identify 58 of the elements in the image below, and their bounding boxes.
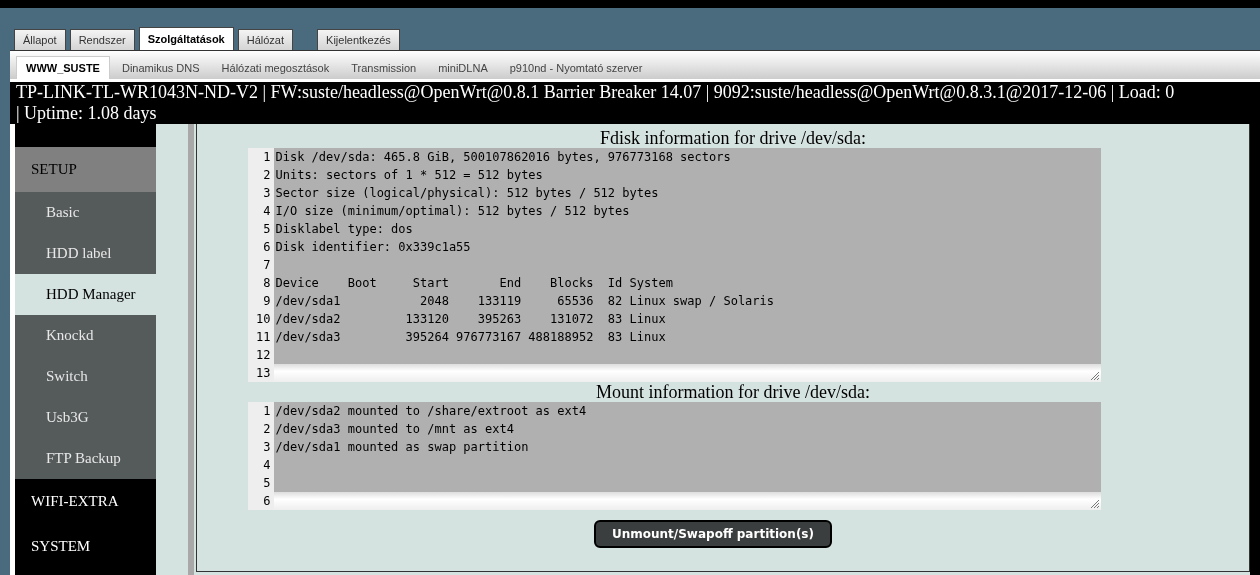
line-number: 2 xyxy=(247,166,274,184)
code-line: Device Boot Start End Blocks Id System xyxy=(274,275,674,292)
line-number: 5 xyxy=(247,474,274,492)
code-line: /dev/sda2 133120 395263 131072 83 Linux xyxy=(274,311,667,328)
line-number: 1 xyxy=(247,148,274,166)
line-number: 10 xyxy=(247,310,274,328)
section-title: Mount information for drive /dev/sda: xyxy=(596,382,870,402)
nav-tab[interactable]: Rendszer xyxy=(69,29,135,50)
code-line: /dev/sda3 mounted to /mnt as ext4 xyxy=(274,421,515,438)
line-number: 2 xyxy=(247,420,274,438)
line-number: 3 xyxy=(247,184,274,202)
unmount-button[interactable]: Unmount/Swapoff partition(s) xyxy=(594,520,832,548)
uptime-info: | Uptime: 1.08 days xyxy=(16,103,158,124)
sidebar-section[interactable]: SETUP xyxy=(15,147,156,192)
subnav-tab[interactable]: Transmission xyxy=(341,56,427,79)
code-line: Units: sectors of 1 * 512 = 512 bytes xyxy=(274,167,544,184)
code-line: Disk identifier: 0x339c1a55 xyxy=(274,239,472,256)
line-number: 7 xyxy=(247,256,274,274)
line-number: 9 xyxy=(247,292,274,310)
nav-tab[interactable]: Hálózat xyxy=(237,29,294,50)
nav-tab[interactable]: Kijelentkezés xyxy=(317,29,400,50)
code-line: Sector size (logical/physical): 512 bytes / 512 bytes xyxy=(274,185,660,202)
text-area[interactable] xyxy=(247,148,1101,382)
sidebar-item[interactable]: Usb3G xyxy=(15,397,156,438)
subnav-tab[interactable]: miniDLNA xyxy=(428,56,498,79)
code-line: Disklabel type: dos xyxy=(274,221,414,238)
code-line: /dev/sda1 mounted as swap partition xyxy=(274,439,530,456)
code-line: /dev/sda1 2048 133119 65536 82 Linux swap / Solaris xyxy=(274,293,775,310)
line-number: 1 xyxy=(247,402,274,420)
device-info: TP-LINK-TL-WR1043N-ND-V2 | FW:suste/headless@OpenWrt@0.8.1 Barrier Breaker 14.07 | 9092:suste/headless@OpenWrt@0.8.3.1@2017-12-06 | Load: 0 xyxy=(16,82,1176,103)
sidebar-item[interactable]: HDD label xyxy=(15,233,156,274)
nav-tab[interactable]: Szolgáltatások xyxy=(138,27,234,50)
subnav-tab[interactable]: p910nd - Nyomtató szerver xyxy=(499,56,653,79)
sidebar-item[interactable]: Knockd xyxy=(15,315,156,356)
line-number: 13 xyxy=(247,364,274,382)
subnav-tab[interactable]: WWW_SUSTE xyxy=(16,56,110,79)
code-line: Disk /dev/sda: 465.8 GiB, 500107862016 bytes, 976773168 sectors xyxy=(274,149,732,166)
sidebar-item[interactable]: HDD Manager xyxy=(15,274,156,315)
sidebar-item[interactable]: Switch xyxy=(15,356,156,397)
line-number: 8 xyxy=(247,274,274,292)
subnav-tab[interactable]: Hálózati megosztások xyxy=(211,56,340,79)
line-number: 3 xyxy=(247,438,274,456)
sidebar-item[interactable]: FTP Backup xyxy=(15,438,156,479)
line-number: 5 xyxy=(247,220,274,238)
line-number: 12 xyxy=(247,346,274,364)
code-line: I/O size (minimum/optimal): 512 bytes / 512 bytes xyxy=(274,203,631,220)
code-line: /dev/sda3 395264 976773167 488188952 83 Linux xyxy=(274,329,667,346)
code-line: /dev/sda2 mounted to /share/extroot as ext4 xyxy=(274,403,588,420)
sidebar-item[interactable]: Basic xyxy=(15,192,156,233)
section-title: Fdisk information for drive /dev/sda: xyxy=(600,128,866,148)
text-area[interactable]: 1 /dev/sda2 mounted to /share/extroot as ext4 2 /dev/sda3 mounted to /mnt as ext4 3 /dev/sda1 mounted as swap partition 4 5 6 xyxy=(247,402,1101,510)
subnav-tab[interactable]: Dinamikus DNS xyxy=(111,56,210,79)
line-number: 6 xyxy=(247,238,274,256)
line-number: 6 xyxy=(247,492,274,510)
line-number: 11 xyxy=(247,328,274,346)
line-number: 4 xyxy=(247,456,274,474)
line-number: 4 xyxy=(247,202,274,220)
nav-tab[interactable]: Állapot xyxy=(14,29,66,50)
